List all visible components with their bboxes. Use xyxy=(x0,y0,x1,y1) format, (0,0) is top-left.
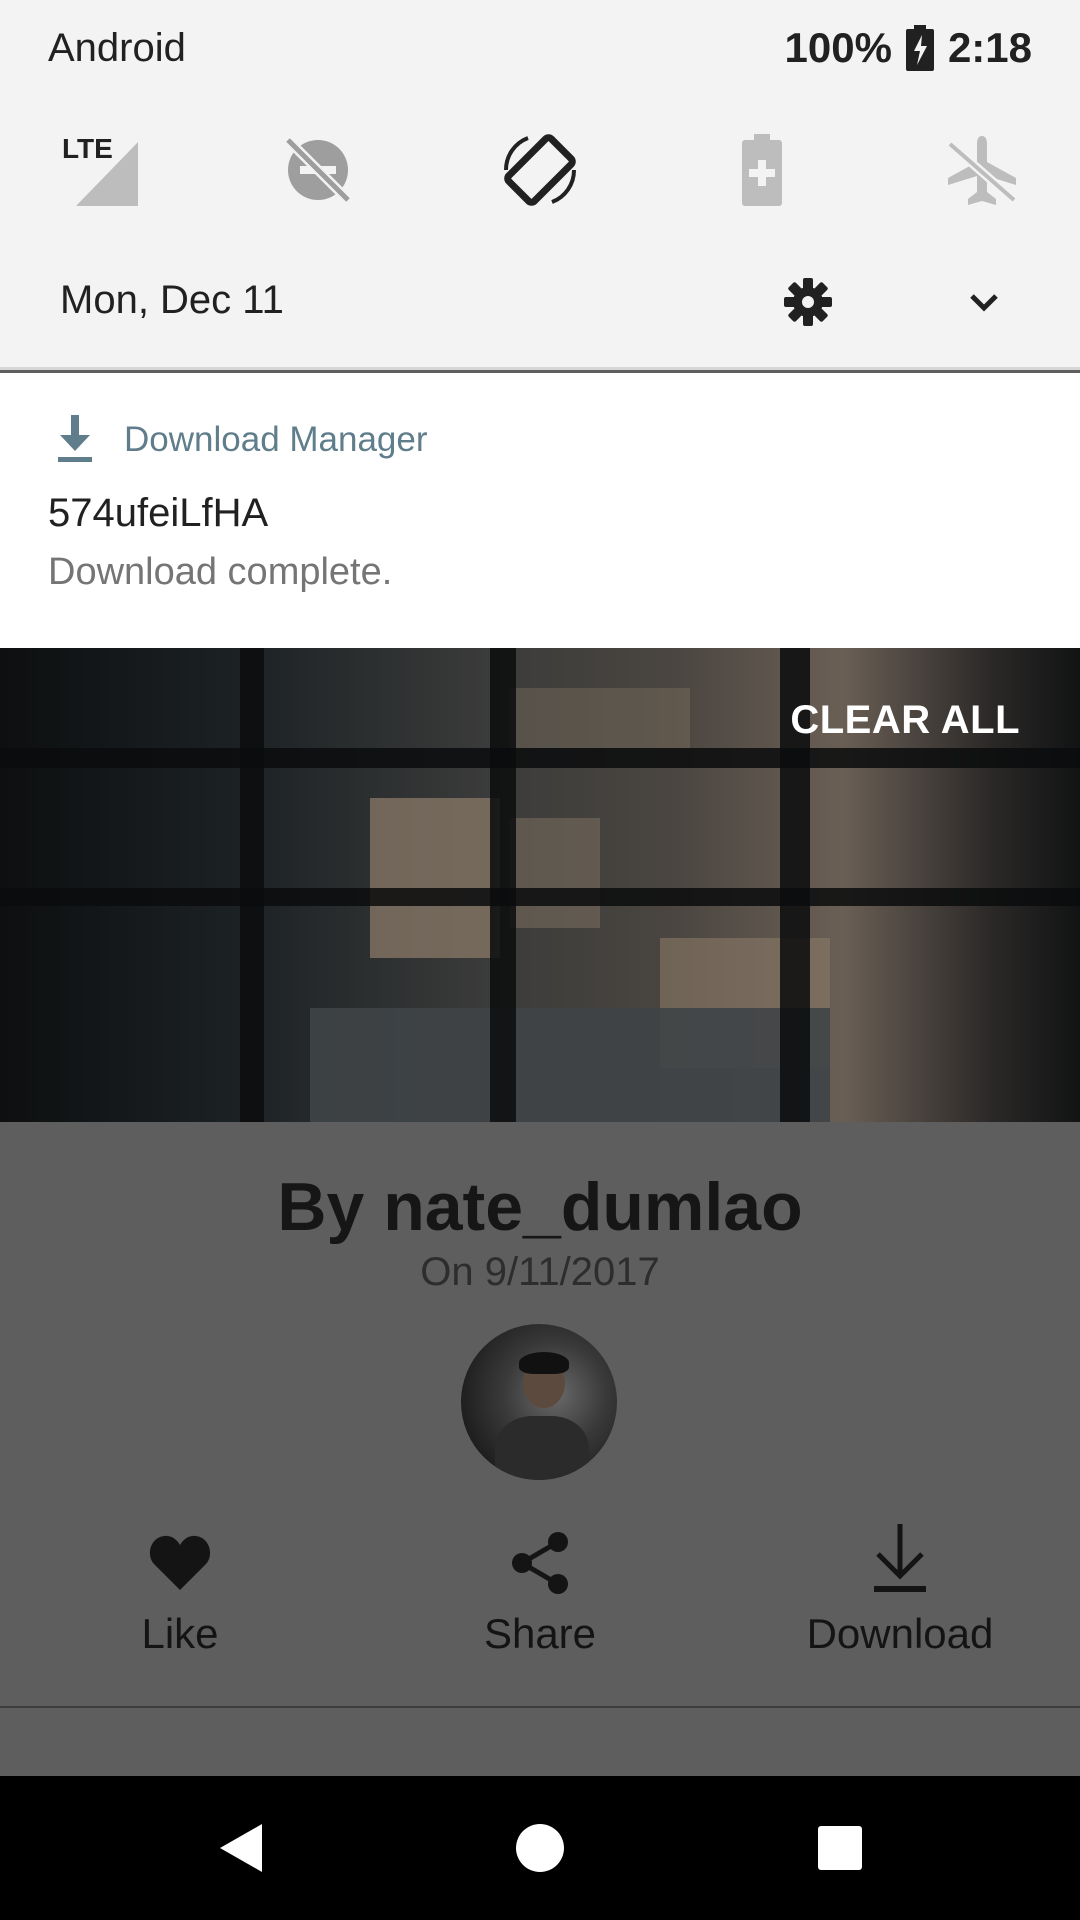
download-icon xyxy=(58,415,92,462)
share-icon xyxy=(512,1532,568,1594)
clear-all-button[interactable]: CLEAR ALL xyxy=(790,698,1020,743)
home-icon[interactable] xyxy=(510,1818,570,1878)
notification-text: Download complete. xyxy=(48,551,393,593)
share-label: Share xyxy=(483,1610,597,1657)
clock: 2:18 xyxy=(947,24,1032,71)
battery-saver-icon xyxy=(742,134,782,206)
battery-charging-icon xyxy=(905,25,934,71)
do-not-disturb-off-icon xyxy=(284,136,352,204)
heart-icon xyxy=(149,1535,211,1590)
action-row: Like Share Download xyxy=(0,1524,1080,1672)
download-notification[interactable]: Download Manager 574ufeiLfHA Download co… xyxy=(0,373,1080,648)
settings-gear-icon[interactable] xyxy=(782,276,834,328)
recents-icon[interactable] xyxy=(810,1818,870,1878)
chevron-down-icon[interactable] xyxy=(962,280,1006,324)
quick-settings-panel: Android 100% 2:18 LTE Mon, Dec 11 xyxy=(0,0,1080,370)
download-label: Download xyxy=(806,1610,994,1657)
airplane-mode-off-icon xyxy=(947,136,1017,205)
divider xyxy=(0,1706,1080,1708)
svg-text:LTE: LTE xyxy=(62,133,113,164)
author-avatar[interactable] xyxy=(461,1324,617,1480)
tile-do-not-disturb[interactable] xyxy=(268,120,368,220)
photo-info-section: By nate_dumlao On 9/11/2017 Like Share D… xyxy=(0,1122,1080,1776)
status-bar: Android 100% 2:18 xyxy=(0,0,1080,100)
date-row: Mon, Dec 11 xyxy=(0,264,1080,334)
shade-date: Mon, Dec 11 xyxy=(60,278,284,322)
back-icon[interactable] xyxy=(210,1818,270,1878)
carrier-label: Android xyxy=(48,26,186,70)
author-name: By nate_dumlao xyxy=(277,1169,803,1245)
like-button[interactable]: Like xyxy=(60,1532,300,1672)
battery-percent: 100% xyxy=(784,24,892,71)
cover-photo: CLEAR ALL xyxy=(0,648,1080,1122)
auto-rotate-icon xyxy=(503,134,577,206)
download-button[interactable]: Download xyxy=(780,1524,1020,1672)
download-arrow-icon xyxy=(874,1524,926,1592)
share-button[interactable]: Share xyxy=(420,1532,660,1672)
notification-title: 574ufeiLfHA xyxy=(48,491,269,535)
tile-lte[interactable]: LTE xyxy=(48,120,148,220)
tile-airplane-mode[interactable] xyxy=(932,120,1032,220)
photo-date: On 9/11/2017 xyxy=(420,1250,660,1294)
like-label: Like xyxy=(141,1610,219,1657)
lte-signal-icon: LTE xyxy=(62,133,138,206)
notification-header: Download Manager xyxy=(50,413,428,467)
quick-tiles: LTE xyxy=(0,120,1080,220)
tile-battery-saver[interactable] xyxy=(712,120,812,220)
navigation-bar xyxy=(0,1776,1080,1920)
tile-auto-rotate[interactable] xyxy=(490,120,590,220)
status-right: 100% 2:18 xyxy=(785,24,1032,72)
notification-app-name: Download Manager xyxy=(124,420,428,459)
